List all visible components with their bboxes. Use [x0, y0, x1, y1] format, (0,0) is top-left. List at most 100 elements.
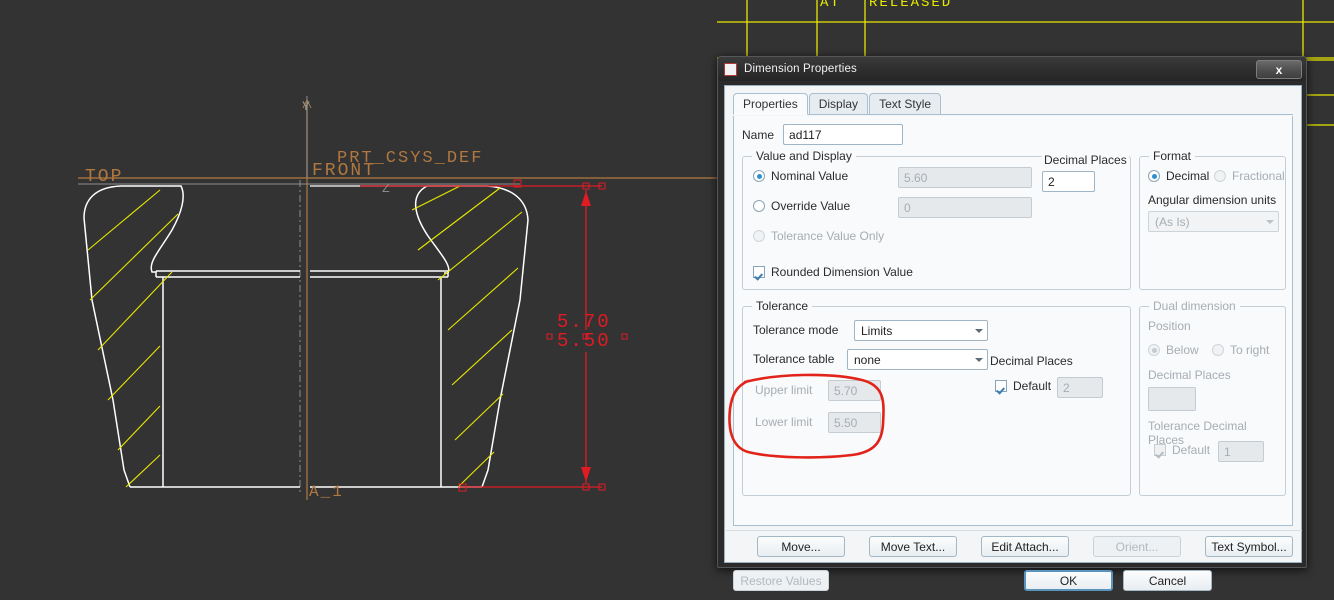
tolerance-default-value-input — [1057, 377, 1103, 398]
screen: TOP FRONT PRT_CSYS_DEF Y Z A_1 5.70 5.50… — [0, 0, 1334, 600]
properties-panel: Name Value and Display Nominal Value Ove… — [733, 116, 1293, 526]
restore-values-button: Restore Values — [733, 570, 829, 591]
lower-limit-input — [828, 412, 881, 433]
tolerance-mode-value: Limits — [861, 323, 893, 338]
tolerance-table-select[interactable]: none — [847, 349, 988, 370]
angular-units-label: Angular dimension units — [1148, 193, 1277, 207]
dual-default-value-input — [1218, 441, 1264, 462]
footer-button-row: Restore Values OK Cancel — [733, 570, 1293, 591]
section-hatch-left — [87, 189, 179, 488]
dual-dimension-legend: Dual dimension — [1149, 299, 1240, 313]
cad-label-csys: PRT_CSYS_DEF — [337, 149, 484, 168]
override-value-option[interactable]: Override Value — [753, 199, 850, 213]
format-group: Format Decimal Fractional Angular dimens… — [1139, 149, 1286, 290]
nominal-value-label: Nominal Value — [771, 169, 849, 183]
tolerance-default-option[interactable]: Default — [995, 379, 1051, 393]
dual-to-right-radio — [1212, 344, 1224, 356]
value-and-display-group: Value and Display Nominal Value Override… — [742, 149, 1131, 290]
dual-to-right-option: To right — [1212, 343, 1269, 357]
format-decimal-radio[interactable] — [1148, 170, 1160, 182]
tolerance-mode-label: Tolerance mode — [753, 323, 839, 337]
upper-limit-label: Upper limit — [755, 383, 813, 397]
format-legend: Format — [1149, 149, 1196, 163]
dialog-title: Dimension Properties — [744, 63, 857, 75]
orient-button: Orient... — [1093, 536, 1181, 557]
lower-limit-label: Lower limit — [755, 415, 813, 429]
application-icon — [724, 62, 737, 76]
tolerance-table-value: none — [854, 352, 881, 367]
rounded-dimension-checkbox[interactable] — [753, 266, 765, 278]
tolerance-value-only-option: Tolerance Value Only — [753, 229, 884, 243]
action-button-row: Move... Move Text... Edit Attach... Orie… — [733, 536, 1293, 557]
chevron-down-icon — [975, 328, 983, 333]
dual-position-label: Position — [1148, 319, 1191, 333]
cad-label-axis-y: Y — [302, 99, 312, 114]
titleblock-at-label: AT — [820, 0, 841, 11]
rounded-dimension-label: Rounded Dimension Value — [771, 265, 913, 279]
move-button[interactable]: Move... — [757, 536, 845, 557]
value-and-display-legend: Value and Display — [752, 149, 856, 163]
tolerance-table-label: Tolerance table — [753, 352, 835, 366]
cad-label-top: TOP — [85, 167, 124, 187]
chevron-down-icon — [1266, 219, 1274, 224]
tolerance-decimal-places-label: Decimal Places — [990, 354, 1073, 368]
tab-text-style[interactable]: Text Style — [869, 93, 942, 114]
dual-below-radio — [1148, 344, 1160, 356]
cad-label-axis-name: A_1 — [309, 483, 344, 501]
format-decimal-option[interactable]: Decimal — [1148, 169, 1209, 183]
format-decimal-label: Decimal — [1166, 169, 1210, 183]
format-fractional-option[interactable]: Fractional — [1214, 169, 1285, 183]
move-text-button[interactable]: Move Text... — [869, 536, 957, 557]
angular-units-select[interactable]: (As Is) — [1148, 211, 1279, 232]
name-input[interactable] — [783, 124, 904, 145]
footer-divider — [726, 530, 1302, 531]
dual-default-checkbox — [1154, 444, 1166, 456]
dual-decimal-places-label: Decimal Places — [1148, 368, 1231, 382]
cad-viewport[interactable]: TOP FRONT PRT_CSYS_DEF Y Z A_1 5.70 5.50 — [0, 0, 717, 600]
tolerance-value-only-label: Tolerance Value Only — [771, 229, 885, 243]
name-label: Name — [742, 127, 775, 142]
decimal-places-label: Decimal Places — [1042, 153, 1129, 167]
override-value-label: Override Value — [771, 199, 851, 213]
dual-to-right-label: To right — [1230, 343, 1270, 357]
nominal-value-option[interactable]: Nominal Value — [753, 169, 848, 183]
titleblock-released-label: RELEASED — [869, 0, 953, 11]
dual-below-option: Below — [1148, 343, 1199, 357]
rounded-dimension-option[interactable]: Rounded Dimension Value — [753, 265, 913, 279]
dual-default-option: Default — [1154, 443, 1210, 457]
angular-units-value: (As Is) — [1155, 214, 1190, 229]
edit-attach-button[interactable]: Edit Attach... — [981, 536, 1069, 557]
dual-dimension-group: Dual dimension Position Below To right D… — [1139, 299, 1286, 496]
upper-limit-input — [828, 380, 881, 401]
cad-label-axis-z: Z — [382, 181, 392, 196]
tolerance-value-only-radio — [753, 230, 765, 242]
dimension-properties-dialog[interactable]: Dimension Properties x Properties Displa… — [717, 56, 1307, 591]
tab-display[interactable]: Display — [808, 93, 869, 114]
chevron-down-icon — [975, 357, 983, 362]
format-fractional-label: Fractional — [1232, 169, 1285, 183]
decimal-places-input[interactable] — [1042, 171, 1095, 192]
name-row: Name — [742, 124, 904, 145]
override-value-radio[interactable] — [753, 200, 765, 212]
section-hatch-right — [411, 185, 523, 488]
tolerance-default-label: Default — [1013, 379, 1052, 393]
close-icon[interactable]: x — [1256, 60, 1302, 79]
nominal-value-input — [898, 167, 1032, 188]
dual-default-label: Default — [1172, 443, 1211, 457]
tolerance-mode-select[interactable]: Limits — [854, 320, 988, 341]
dual-below-label: Below — [1166, 343, 1199, 357]
text-symbol-button[interactable]: Text Symbol... — [1205, 536, 1293, 557]
tolerance-group: Tolerance Tolerance mode Limits Toleranc… — [742, 299, 1131, 496]
dual-decimal-places-input — [1148, 387, 1196, 411]
dialog-titlebar[interactable]: Dimension Properties x — [718, 57, 1306, 81]
format-fractional-radio[interactable] — [1214, 170, 1226, 182]
tolerance-default-checkbox[interactable] — [995, 380, 1007, 392]
dialog-body: Properties Display Text Style Name Value… — [724, 85, 1302, 591]
nominal-value-radio[interactable] — [753, 170, 765, 182]
override-value-input — [898, 197, 1032, 218]
cad-drawing — [78, 96, 717, 500]
dimension-value-lower[interactable]: 5.50 — [557, 330, 611, 352]
tab-properties[interactable]: Properties — [733, 93, 808, 115]
cancel-button[interactable]: Cancel — [1123, 570, 1212, 591]
ok-button[interactable]: OK — [1024, 570, 1113, 591]
